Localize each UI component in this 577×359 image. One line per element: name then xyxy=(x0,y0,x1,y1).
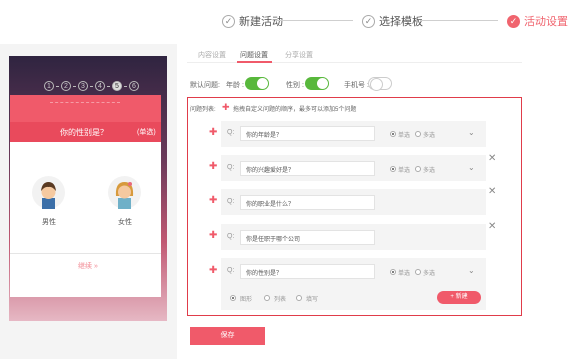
close-icon[interactable]: ✕ xyxy=(488,221,496,232)
step-label: 新建活动 xyxy=(239,16,283,28)
female-avatar-icon[interactable] xyxy=(108,176,141,209)
continue-link[interactable]: 继续 » xyxy=(78,261,98,271)
tab-question-settings[interactable]: 问题设置 xyxy=(240,50,268,60)
question-prefix: Q: xyxy=(227,267,235,274)
chevron-down-icon[interactable]: ⌄ xyxy=(468,128,475,137)
progress-dot: 1 xyxy=(44,81,54,91)
single-choice-radio[interactable] xyxy=(390,166,396,172)
drag-hint-icon: ✚ xyxy=(222,102,230,112)
phone-toggle-label: 手机号 : xyxy=(344,82,369,89)
drag-hint-text: 拖拽自定义问题的顺序，最多可以添加5个问题 xyxy=(233,107,357,113)
answer-type-graphic-radio[interactable] xyxy=(230,295,236,301)
gender-toggle[interactable] xyxy=(305,77,329,90)
progress-dot-current: 5 xyxy=(112,81,122,91)
question-input[interactable]: 你的年龄是？ xyxy=(240,126,375,141)
step-label: 选择模板 xyxy=(379,16,423,28)
question-prefix: Q: xyxy=(227,129,235,136)
gender-toggle-label: 性别 : xyxy=(286,82,304,89)
chevron-down-icon[interactable]: ⌄ xyxy=(468,163,475,172)
answer-type-list-radio[interactable] xyxy=(264,295,270,301)
new-question-button[interactable]: + 新建 xyxy=(437,291,481,304)
close-icon[interactable]: ✕ xyxy=(488,153,496,164)
preview-question: 你的性别是？ xyxy=(60,128,108,137)
step-create-activity[interactable]: ✓ 新建活动 xyxy=(222,13,283,29)
step-connector xyxy=(420,20,498,21)
single-choice-radio[interactable] xyxy=(390,269,396,275)
multi-choice-radio[interactable] xyxy=(415,269,421,275)
preview-panel: 1 2 3 4 5 6 你的性别是？ (单选) 男性 女性 继续 » xyxy=(0,44,177,359)
multi-choice-label: 多选 xyxy=(423,133,436,139)
single-choice-label: 单选 xyxy=(398,133,411,139)
multi-choice-radio[interactable] xyxy=(415,131,421,137)
option-male-label: 男性 xyxy=(42,219,56,226)
question-input[interactable]: 你是任职于哪个公司 xyxy=(240,230,375,245)
answer-type-graphic-label: 图形 xyxy=(240,297,253,303)
answer-type-fill-radio[interactable] xyxy=(296,295,302,301)
answer-type-list-label: 列表 xyxy=(274,297,287,303)
save-button[interactable]: 保存 xyxy=(190,327,265,345)
answer-type-fill-label: 填写 xyxy=(306,297,319,303)
progress-dots: 1 2 3 4 5 6 xyxy=(44,81,139,91)
single-choice-radio[interactable] xyxy=(390,131,396,137)
tab-content-settings[interactable]: 内容设置 xyxy=(198,50,226,60)
card-body xyxy=(10,142,161,297)
progress-dot: 4 xyxy=(95,81,105,91)
drag-handle-icon[interactable]: ✚ xyxy=(209,195,217,206)
question-list-label: 问题列表: xyxy=(190,107,216,113)
check-icon: ✓ xyxy=(362,14,375,28)
phone-toggle[interactable] xyxy=(368,77,392,91)
option-female-label: 女性 xyxy=(118,219,132,226)
progress-dot: 3 xyxy=(78,81,88,91)
multi-choice-label: 多选 xyxy=(423,271,436,277)
tab-share-settings[interactable]: 分享设置 xyxy=(285,50,313,60)
progress-dot: 6 xyxy=(129,81,139,91)
question-input[interactable]: 你的职业是什么？ xyxy=(240,195,375,210)
drag-handle-icon[interactable]: ✚ xyxy=(209,230,217,241)
drag-handle-icon[interactable]: ✚ xyxy=(209,161,217,172)
step-choose-template[interactable]: ✓ 选择模板 xyxy=(362,13,423,29)
question-prefix: Q: xyxy=(227,233,235,240)
age-toggle[interactable] xyxy=(245,77,269,90)
step-connector xyxy=(275,20,353,21)
male-avatar-icon[interactable] xyxy=(32,176,65,209)
check-icon: ✓ xyxy=(222,14,235,28)
close-icon[interactable]: ✕ xyxy=(488,186,496,197)
question-input[interactable]: 你的性别是？ xyxy=(240,264,375,279)
progress-dot: 2 xyxy=(61,81,71,91)
multi-choice-label: 多选 xyxy=(423,168,436,174)
step-activity-settings[interactable]: ✓ 活动设置 xyxy=(507,13,568,29)
drag-handle-icon[interactable]: ✚ xyxy=(209,265,217,276)
check-icon: ✓ xyxy=(507,14,520,28)
preview-question-type: (单选) xyxy=(137,129,156,136)
default-questions-label: 默认问题: xyxy=(190,82,220,89)
single-choice-label: 单选 xyxy=(398,168,411,174)
card-divider xyxy=(10,253,161,254)
drag-handle-icon[interactable]: ✚ xyxy=(209,127,217,138)
wizard-steps: ✓ 新建活动 ✓ 选择模板 ✓ 活动设置 xyxy=(0,0,577,44)
step-label: 活动设置 xyxy=(524,16,568,28)
age-toggle-label: 年龄 : xyxy=(226,82,244,89)
active-tab-indicator xyxy=(237,61,272,63)
multi-choice-radio[interactable] xyxy=(415,166,421,172)
single-choice-label: 单选 xyxy=(398,271,411,277)
question-input[interactable]: 你的兴趣爱好是？ xyxy=(240,161,375,176)
question-prefix: Q: xyxy=(227,164,235,171)
question-prefix: Q: xyxy=(227,198,235,205)
chevron-down-icon[interactable]: ⌄ xyxy=(468,266,475,275)
